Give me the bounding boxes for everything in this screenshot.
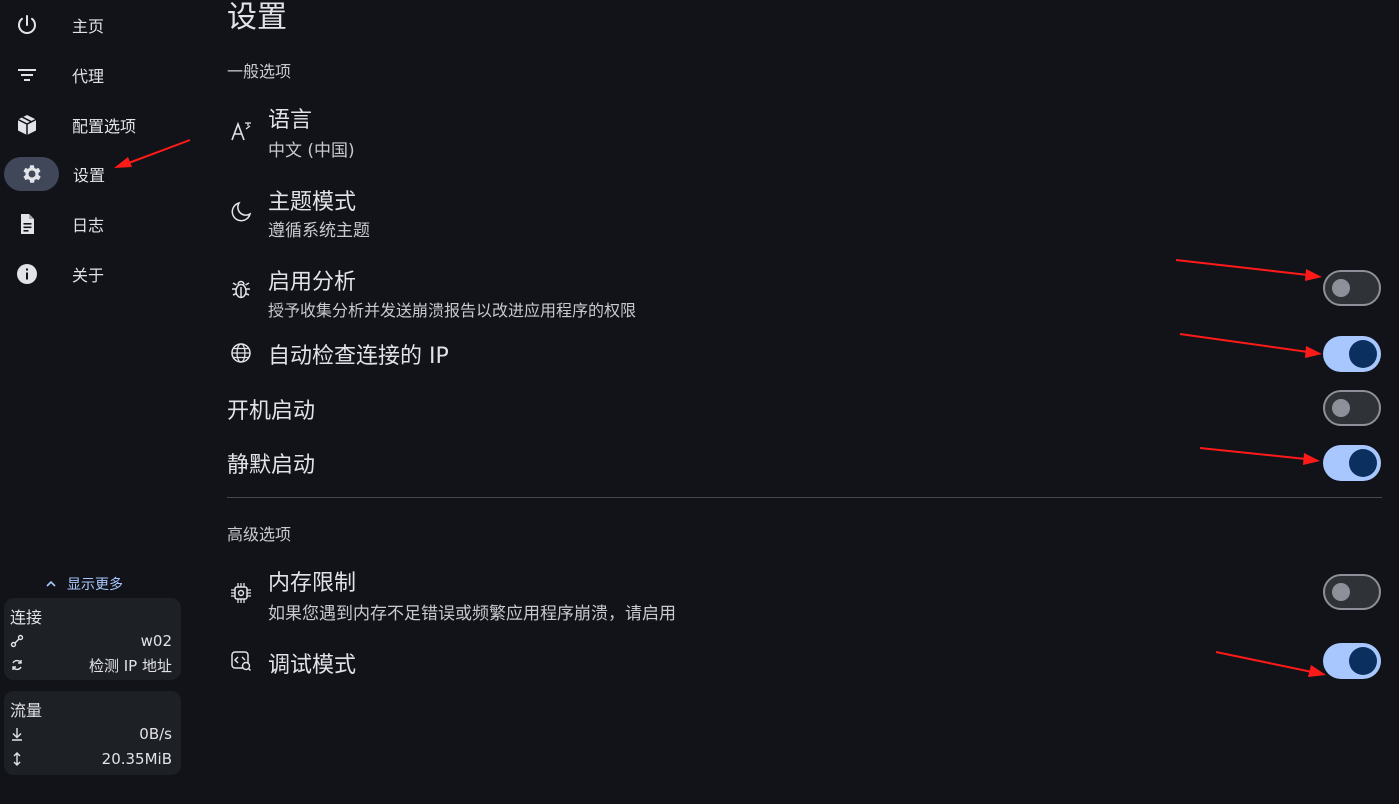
detect-ip-row[interactable]: 检测 IP 地址 (10, 654, 172, 676)
language-value: 中文 (中国) (268, 141, 355, 161)
traffic-total-row: 20.35MiB (10, 748, 172, 770)
traffic-card: 流量 0B/s 20.35MiB (4, 691, 181, 775)
launch-at-startup-title: 开机启动 (227, 399, 316, 424)
theme-mode-value: 遵循系统主题 (268, 221, 370, 241)
page-title: 设置 (227, 0, 287, 35)
language-title: 语言 (268, 108, 313, 133)
silent-start-title: 静默启动 (227, 453, 316, 478)
sidebar-item-label: 日志 (72, 216, 105, 235)
toggle-knob (1349, 449, 1377, 477)
sidebar-item-label: 配置选项 (72, 117, 137, 136)
debug-icon (229, 649, 253, 673)
show-more-button[interactable]: 显示更多 (45, 574, 123, 594)
analytics-toggle[interactable] (1323, 270, 1381, 306)
toggle-knob (1332, 279, 1350, 297)
theme-mode-title: 主题模式 (268, 190, 357, 215)
detect-ip-label: 检测 IP 地址 (88, 656, 172, 675)
link-icon (10, 634, 24, 648)
launch-at-startup-toggle[interactable] (1323, 390, 1381, 426)
info-icon (4, 257, 50, 291)
analytics-setting[interactable]: 启用分析 授予收集分析并发送崩溃报告以改进应用程序的权限 (227, 262, 1382, 322)
sidebar-item-label: 主页 (72, 17, 105, 36)
sync-icon (12, 659, 22, 671)
connection-card[interactable]: 连接 w02 检测 IP 地址 (4, 598, 181, 680)
debug-mode-setting[interactable]: 调试模式 (227, 643, 1382, 679)
chevron-up-icon (46, 580, 56, 587)
sidebar-item-home[interactable]: 主页 (4, 8, 182, 42)
sidebar-item-label: 设置 (73, 166, 106, 185)
traffic-total-value: 20.35MiB (101, 750, 172, 768)
memory-limit-title: 内存限制 (268, 571, 357, 596)
sidebar-item-label: 代理 (72, 67, 105, 86)
sidebar-item-label: 关于 (72, 266, 105, 285)
power-icon (4, 8, 50, 42)
launch-at-startup-setting[interactable]: 开机启动 (227, 390, 1382, 426)
sidebar-item-profiles[interactable]: 配置选项 (4, 108, 182, 142)
auto-check-ip-title: 自动检查连接的 IP (268, 344, 449, 369)
traffic-speed-value: 0B/s (139, 725, 172, 743)
toggle-knob (1349, 340, 1377, 368)
bug-icon (229, 277, 253, 301)
traffic-speed-row: 0B/s (10, 723, 172, 745)
memory-limit-description: 如果您遇到内存不足错误或频繁应用程序崩溃，请启用 (268, 604, 676, 624)
memory-limit-setting[interactable]: 内存限制 如果您遇到内存不足错误或频繁应用程序崩溃，请启用 (227, 563, 1382, 625)
connection-profile-name: w02 (140, 632, 172, 650)
general-section-title: 一般选项 (227, 62, 292, 81)
show-more-label: 显示更多 (67, 577, 123, 593)
theme-mode-setting[interactable]: 主题模式 遵循系统主题 (227, 182, 1382, 246)
traffic-title: 流量 (10, 701, 43, 720)
toggle-knob (1332, 399, 1350, 417)
connection-title: 连接 (10, 608, 43, 627)
auto-check-ip-toggle[interactable] (1323, 336, 1381, 372)
package-icon (4, 108, 50, 142)
memory-limit-toggle[interactable] (1323, 574, 1381, 610)
globe-icon (229, 341, 253, 365)
download-arrow-icon (12, 728, 22, 741)
gear-icon (4, 157, 59, 191)
sidebar-item-logs[interactable]: 日志 (4, 207, 182, 241)
silent-start-setting[interactable]: 静默启动 (227, 445, 1382, 481)
debug-mode-toggle[interactable] (1323, 643, 1381, 679)
analytics-description: 授予收集分析并发送崩溃报告以改进应用程序的权限 (268, 301, 637, 320)
connection-profile-row[interactable]: w02 (10, 630, 172, 652)
sidebar-item-settings[interactable]: 设置 (4, 157, 182, 191)
sidebar: 主页 代理 配置选项 设置 日志 关于 显示更多 连接 w02 检测 IP 地址… (0, 0, 190, 804)
analytics-title: 启用分析 (268, 270, 357, 295)
section-divider (227, 497, 1382, 498)
sidebar-item-about[interactable]: 关于 (4, 257, 182, 291)
chip-icon (229, 581, 253, 605)
language-setting[interactable]: 语言 中文 (中国) (227, 100, 1382, 164)
document-icon (4, 207, 50, 241)
translate-icon (229, 119, 253, 143)
sidebar-item-proxies[interactable]: 代理 (4, 58, 182, 92)
toggle-knob (1332, 583, 1350, 601)
moon-icon (229, 200, 253, 224)
toggle-knob (1349, 647, 1377, 675)
debug-mode-title: 调试模式 (268, 653, 357, 678)
auto-check-ip-setting[interactable]: 自动检查连接的 IP (227, 336, 1382, 372)
advanced-section-title: 高级选项 (227, 525, 292, 544)
silent-start-toggle[interactable] (1323, 445, 1381, 481)
up-down-arrow-icon (13, 752, 21, 766)
filter-list-icon (4, 58, 50, 92)
